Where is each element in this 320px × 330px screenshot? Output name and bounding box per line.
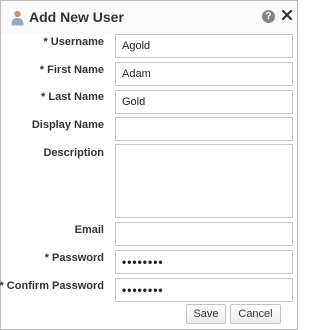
help-icon[interactable]: ?	[262, 10, 275, 23]
close-icon[interactable]	[280, 8, 294, 22]
email-label: Email	[74, 224, 104, 236]
description-field[interactable]	[115, 144, 293, 218]
dialog-title: Add New User	[29, 9, 124, 25]
confirm-password-field[interactable]: ••••••••	[115, 278, 293, 302]
cancel-button[interactable]: Cancel	[230, 304, 281, 324]
confirm-password-label: * Confirm Password	[0, 280, 104, 292]
add-user-dialog: Add New User ? * Username Agold * First …	[0, 0, 298, 330]
password-label: * Password	[44, 252, 104, 264]
username-label: * Username	[43, 36, 104, 48]
display-name-field[interactable]	[115, 117, 293, 141]
dialog-titlebar: Add New User ?	[1, 1, 297, 34]
user-icon	[11, 10, 24, 26]
username-field[interactable]: Agold	[115, 34, 293, 58]
last-name-field[interactable]: Gold	[115, 90, 293, 114]
first-name-field[interactable]: Adam	[115, 62, 293, 86]
description-label: Description	[43, 147, 104, 159]
password-field[interactable]: ••••••••	[115, 250, 293, 274]
first-name-label: * First Name	[39, 64, 104, 76]
display-name-label: Display Name	[31, 119, 104, 131]
email-field[interactable]	[115, 222, 293, 246]
save-button[interactable]: Save	[186, 304, 226, 324]
last-name-label: * Last Name	[41, 91, 104, 103]
